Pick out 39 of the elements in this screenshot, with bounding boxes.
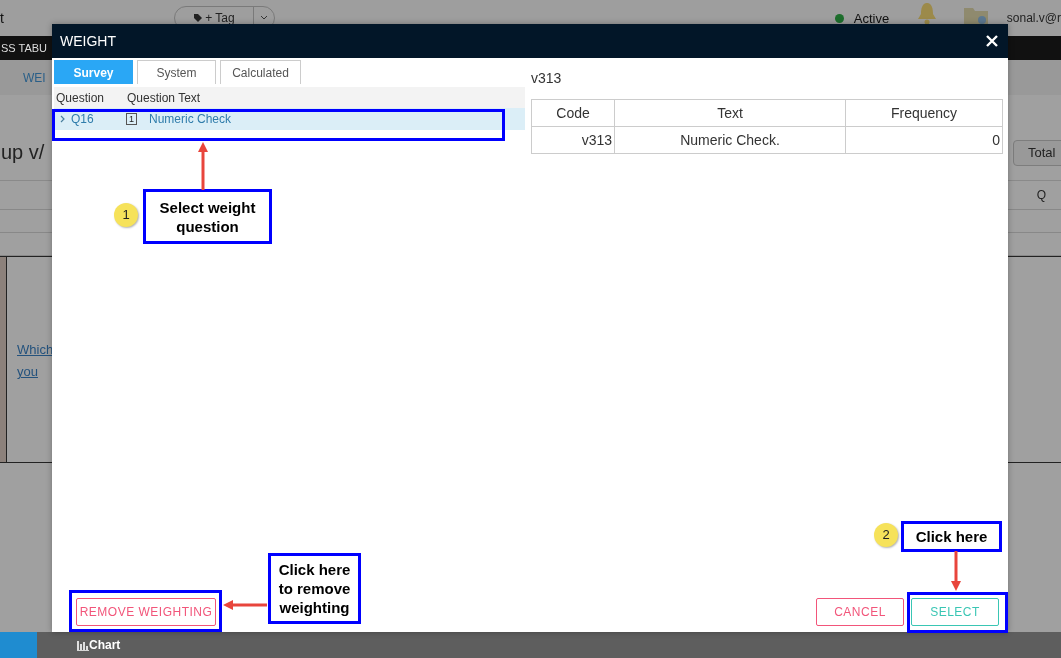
- question-code: Q16: [71, 112, 95, 126]
- column-header: Question: [55, 90, 106, 105]
- bell-icon[interactable]: [915, 1, 938, 25]
- type-badge: 1: [126, 113, 137, 125]
- callout-note: Click here: [901, 521, 1002, 552]
- detail-title: v313: [531, 70, 563, 88]
- dialog-title: WEIGHT: [60, 33, 116, 49]
- question-text: Numeric Check: [149, 112, 232, 126]
- nav-tab[interactable]: SS TABU: [1, 42, 48, 54]
- chevron-icon[interactable]: [60, 115, 66, 123]
- page-heading: up v/: [1, 141, 45, 164]
- arrow: [950, 551, 962, 592]
- tab[interactable]: System: [137, 60, 216, 84]
- tab[interactable]: Calculated: [220, 60, 301, 84]
- callout-note: Select weight question: [143, 189, 272, 244]
- cancel-button[interactable]: CANCEL: [816, 598, 904, 626]
- callout-note: Click here to remove weighting: [268, 553, 361, 624]
- caret-icon: [259, 15, 268, 21]
- status-label: Active: [853, 10, 891, 26]
- table-cell: v313: [531, 126, 615, 154]
- status-dot-icon: [834, 13, 844, 23]
- column-header: Q: [1036, 188, 1046, 202]
- remove-weighting-button[interactable]: REMOVE WEIGHTING: [76, 598, 216, 626]
- close-button[interactable]: [984, 33, 1000, 49]
- column-header: Code: [531, 99, 615, 127]
- column-header: Question Text: [127, 90, 201, 105]
- question-row[interactable]: Q16 1 Numeric Check: [54, 108, 525, 130]
- column-header: Text: [614, 99, 846, 127]
- close-icon: [986, 35, 998, 47]
- page-title: t: [0, 10, 4, 26]
- table-cell: Numeric Check.: [614, 126, 846, 154]
- user-email[interactable]: sonal.v@r: [1006, 11, 1061, 25]
- arrow: [197, 141, 209, 191]
- bar-chart-icon: [77, 639, 89, 651]
- column-header: Frequency: [845, 99, 1003, 127]
- arrow: [222, 599, 268, 611]
- chart-tab[interactable]: Chart: [77, 638, 121, 652]
- total-button[interactable]: Total: [1013, 139, 1061, 166]
- table-cell: 0: [845, 126, 1003, 154]
